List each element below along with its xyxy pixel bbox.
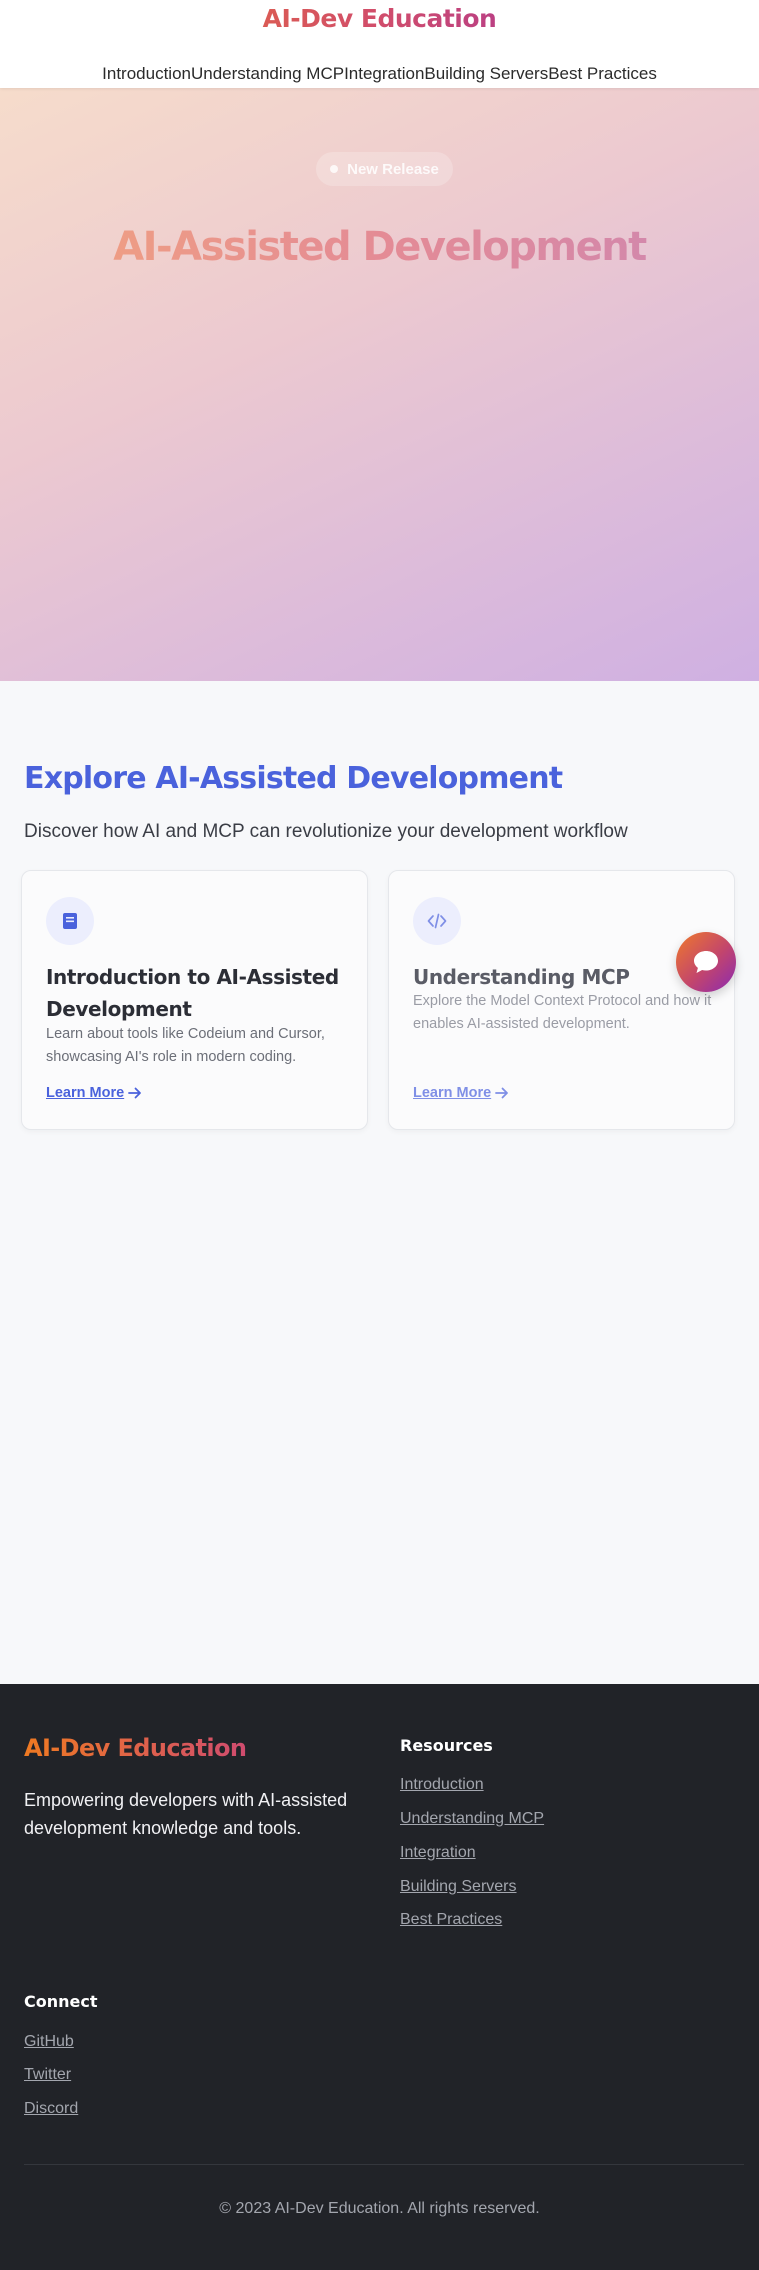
footer-link-understanding-mcp[interactable]: Understanding MCP bbox=[400, 1810, 544, 1828]
nav-link-understanding-mcp[interactable]: Understanding MCP bbox=[191, 64, 344, 84]
footer-divider bbox=[24, 2164, 744, 2165]
footer-link-building-servers[interactable]: Building Servers bbox=[400, 1878, 517, 1896]
learn-more-label: Learn More bbox=[46, 1085, 125, 1101]
footer-link-discord[interactable]: Discord bbox=[24, 2100, 78, 2118]
book-icon bbox=[46, 897, 94, 945]
explore-title: Explore AI-Assisted Development bbox=[24, 761, 563, 796]
card-description: Learn about tools like Codeium and Curso… bbox=[46, 1026, 325, 1065]
footer-link-integration[interactable]: Integration bbox=[400, 1844, 476, 1862]
card-title: Understanding MCP bbox=[413, 965, 630, 989]
resources-heading: Resources bbox=[400, 1736, 493, 1755]
hero-title: AI-Assisted Development bbox=[0, 224, 759, 270]
badge-label: New Release bbox=[347, 160, 439, 178]
code-icon bbox=[413, 897, 461, 945]
learn-more-label: Learn More bbox=[413, 1085, 492, 1101]
card-title: Introduction to AI-Assisted Development bbox=[46, 965, 339, 1021]
feature-card-intro: Introduction to AI-Assisted Development … bbox=[21, 870, 368, 1130]
main-nav: Introduction Understanding MCP Integrati… bbox=[0, 64, 759, 84]
copyright-text: © 2023 AI-Dev Education. All rights rese… bbox=[219, 2200, 540, 2217]
footer-link-github[interactable]: GitHub bbox=[24, 2033, 74, 2051]
nav-link-building-servers[interactable]: Building Servers bbox=[424, 64, 548, 84]
new-release-badge: New Release bbox=[316, 152, 453, 186]
nav-link-introduction[interactable]: Introduction bbox=[102, 64, 191, 84]
site-footer: AI-Dev Education Empowering developers w… bbox=[0, 1684, 759, 2270]
footer-link-best-practices[interactable]: Best Practices bbox=[400, 1911, 502, 1929]
arrow-right-icon bbox=[495, 1087, 509, 1099]
badge-dot bbox=[330, 165, 339, 173]
nav-link-best-practices[interactable]: Best Practices bbox=[548, 64, 657, 84]
hero-section: New Release AI-Assisted Development bbox=[0, 88, 759, 681]
feature-card-mcp: Understanding MCP Explore the Model Cont… bbox=[388, 870, 735, 1130]
chat-button[interactable] bbox=[676, 932, 736, 992]
learn-more-link[interactable]: Learn More bbox=[46, 1085, 142, 1101]
footer-link-twitter[interactable]: Twitter bbox=[24, 2066, 71, 2084]
arrow-right-icon bbox=[128, 1087, 142, 1099]
brand-logo[interactable]: AI-Dev Education bbox=[0, 4, 759, 33]
learn-more-link[interactable]: Learn More bbox=[413, 1085, 509, 1101]
footer-tagline: Empowering developers with AI-assisted d… bbox=[24, 1790, 348, 1838]
card-description: Explore the Model Context Protocol and h… bbox=[413, 993, 712, 1032]
explore-subtitle: Discover how AI and MCP can revolutioniz… bbox=[24, 821, 628, 842]
site-header: AI-Dev Education Introduction Understand… bbox=[0, 0, 759, 88]
footer-link-introduction[interactable]: Introduction bbox=[400, 1776, 484, 1794]
chat-bubble-icon bbox=[694, 951, 718, 973]
connect-heading: Connect bbox=[24, 1992, 98, 2011]
footer-brand: AI-Dev Education bbox=[24, 1734, 247, 1762]
nav-link-integration[interactable]: Integration bbox=[344, 64, 424, 84]
